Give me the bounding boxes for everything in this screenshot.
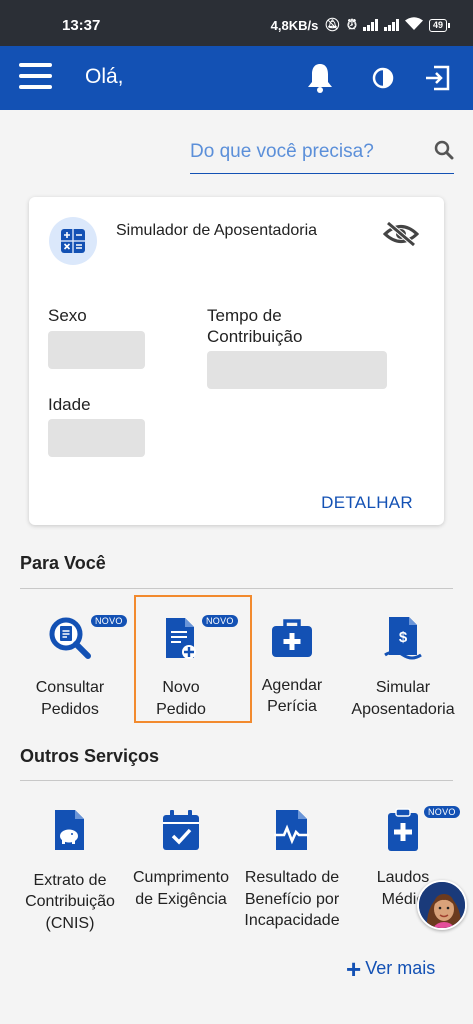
signal-icon — [362, 19, 378, 31]
service-label-line2: Perícia — [267, 698, 317, 715]
battery-icon: 49 — [428, 18, 451, 32]
status-time: 13:37 — [62, 17, 101, 34]
service-label-line2: Pedidos — [41, 701, 99, 718]
search-icon[interactable] — [434, 140, 454, 165]
service-label-line2: Contribuição — [25, 893, 115, 910]
status-bar: 13:37 4,8KB/s 🔕︎ ⏰︎ 49 — [0, 0, 473, 46]
search-input[interactable] — [190, 134, 420, 170]
tempo-label-line2: Contribuição — [207, 327, 303, 346]
service-label-line2: de Exigência — [135, 891, 227, 908]
sexo-label: Sexo — [48, 306, 87, 325]
wifi-icon — [404, 17, 423, 33]
plus-icon: + — [346, 953, 362, 984]
service-label-line1: Consultar — [35, 679, 105, 696]
simulator-title: Simulador de Aposentadoria — [116, 222, 318, 239]
medical-kit-icon — [271, 618, 313, 663]
service-label-line2: Benefício por — [244, 891, 340, 908]
tempo-value-placeholder — [207, 351, 387, 389]
eye-slash-icon[interactable] — [382, 221, 420, 252]
idade-label: Idade — [48, 395, 91, 414]
tempo-label-line1: Tempo de — [207, 306, 282, 325]
app-bar: Olá, — [0, 46, 473, 110]
sexo-value-placeholder — [48, 331, 145, 369]
piggy-bank-document-icon — [53, 808, 87, 857]
service-cumprimento-exigencia[interactable]: Cumprimento de Exigência — [122, 800, 240, 935]
service-label-line1: Extrato de — [33, 872, 107, 889]
service-consultar-pedidos[interactable]: NOVO Consultar Pedidos — [11, 610, 129, 720]
contrast-icon[interactable] — [372, 67, 394, 94]
service-label-line1: Resultado de — [244, 869, 340, 886]
simulator-card: Simulador de Aposentadoria Sexo Tempo de… — [29, 197, 444, 525]
greeting: Olá, — [85, 65, 124, 88]
search-bar — [190, 134, 454, 174]
svg-text:$: $ — [399, 629, 408, 646]
para-voce-title: Para Você — [20, 553, 106, 573]
calendar-check-icon — [162, 809, 200, 856]
calculator-icon — [49, 217, 97, 265]
service-label-line1: Simular — [375, 679, 431, 696]
service-agendar-pericia[interactable]: Agendar Perícia — [233, 610, 351, 720]
ver-mais-link[interactable]: + Ver mais — [346, 953, 436, 984]
service-novo-pedido[interactable]: NOVO Novo Pedido — [122, 610, 240, 720]
service-label-line3: Incapacidade — [244, 912, 340, 929]
heartbeat-document-icon — [274, 808, 310, 857]
money-document-icon: $ — [384, 615, 422, 666]
service-label-line1: Cumprimento — [132, 869, 230, 886]
notifications-bell-icon[interactable] — [306, 62, 334, 99]
service-label-line2: Pedido — [156, 701, 206, 718]
mute-icon: 🔕︎ — [324, 17, 341, 32]
section-divider — [20, 588, 453, 589]
service-label-line2: Aposentadoria — [351, 701, 455, 718]
assistant-avatar[interactable] — [417, 880, 467, 930]
service-label-line3: (CNIS) — [45, 915, 95, 932]
clipboard-medical-icon — [386, 808, 420, 857]
section-divider — [20, 780, 453, 781]
outros-servicos-title: Outros Serviços — [20, 746, 160, 766]
search-document-icon — [48, 616, 92, 665]
network-speed: 4,8KB/s — [270, 17, 319, 33]
alarm-icon: ⏰︎ — [346, 17, 357, 32]
new-document-icon — [163, 616, 199, 665]
service-simular-aposentadoria[interactable]: $ Simular Aposentadoria — [344, 610, 462, 720]
hamburger-menu-icon[interactable] — [19, 63, 52, 93]
signal-icon-2 — [383, 19, 399, 31]
service-label-line1: Agendar — [261, 677, 323, 694]
service-extrato-cnis[interactable]: Extrato de Contribuição (CNIS) — [11, 800, 129, 935]
service-label-line1: Novo — [162, 679, 200, 696]
status-icons: 4,8KB/s 🔕︎ ⏰︎ 49 — [270, 17, 451, 33]
detalhar-button[interactable]: DETALHAR — [321, 493, 413, 513]
ver-mais-label: Ver mais — [365, 958, 436, 978]
service-resultado-beneficio[interactable]: Resultado de Benefício por Incapacidade — [233, 800, 351, 935]
idade-value-placeholder — [48, 419, 145, 457]
novo-badge: NOVO — [424, 806, 460, 818]
logout-icon[interactable] — [424, 64, 452, 97]
